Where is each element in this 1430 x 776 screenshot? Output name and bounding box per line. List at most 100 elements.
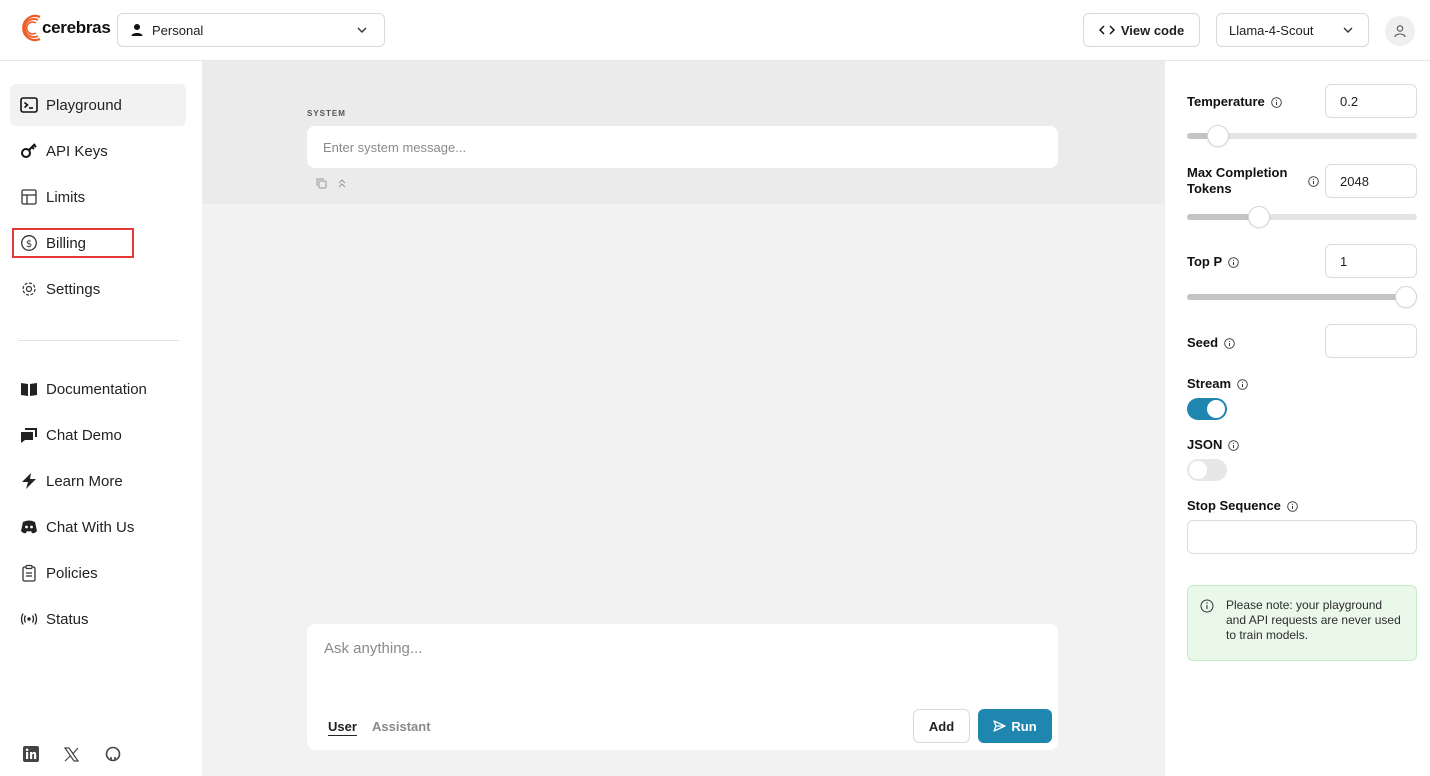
max-tokens-label-line2: Tokens <box>1187 181 1232 196</box>
max-tokens-input[interactable]: 2048 <box>1325 164 1417 198</box>
role-assistant-tab[interactable]: Assistant <box>372 719 431 734</box>
json-label: JSON <box>1187 437 1240 453</box>
run-button[interactable]: Run <box>978 709 1052 743</box>
seed-input[interactable] <box>1325 324 1417 358</box>
broadcast-icon <box>20 610 38 628</box>
sidebar-item-api-keys[interactable]: API Keys <box>10 130 186 172</box>
slider-fill <box>1187 294 1406 300</box>
add-message-button[interactable]: Add <box>913 709 970 743</box>
collapse-icon[interactable] <box>337 178 347 189</box>
chat-bubbles-icon <box>20 426 38 444</box>
clipboard-icon <box>20 564 38 582</box>
info-icon[interactable] <box>1224 337 1235 349</box>
book-icon <box>20 380 38 398</box>
training-notice-text: Please note: your playground and API req… <box>1226 598 1401 642</box>
key-icon <box>20 142 38 160</box>
temperature-label: Temperature <box>1187 94 1282 110</box>
temperature-slider[interactable] <box>1187 125 1417 147</box>
toggle-knob <box>1189 461 1207 479</box>
sidebar-item-label: Status <box>46 610 89 628</box>
info-icon[interactable] <box>1287 500 1298 512</box>
sidebar-item-limits[interactable]: Limits <box>10 176 186 218</box>
sidebar-item-label: Policies <box>46 564 98 582</box>
system-message-input[interactable]: Enter system message... <box>307 126 1058 168</box>
stream-toggle[interactable] <box>1187 398 1227 420</box>
view-code-button[interactable]: View code <box>1083 13 1200 47</box>
sidebar-item-status[interactable]: Status <box>10 598 186 640</box>
sidebar-item-chat-with-us[interactable]: Chat With Us <box>10 506 186 548</box>
cerebras-logo[interactable]: cerebras <box>18 13 111 43</box>
stop-sequence-label: Stop Sequence <box>1187 498 1298 514</box>
top-p-label: Top P <box>1187 254 1239 270</box>
system-section: SYSTEM Enter system message... <box>202 61 1164 204</box>
terminal-icon <box>20 96 38 114</box>
sidebar-divider <box>18 340 179 341</box>
sidebar-item-label: Limits <box>46 188 86 206</box>
chat-area: SYSTEM Enter system message... Ask anyth… <box>202 61 1164 776</box>
github-icon[interactable] <box>104 745 122 763</box>
top-p-slider[interactable] <box>1187 286 1417 308</box>
system-message-placeholder: Enter system message... <box>323 139 467 155</box>
message-composer[interactable]: Ask anything... User Assistant Add Run <box>307 624 1058 750</box>
sidebar-item-settings[interactable]: Settings <box>10 268 186 310</box>
seed-label-text: Seed <box>1187 335 1219 350</box>
temperature-label-text: Temperature <box>1187 94 1265 109</box>
info-icon[interactable] <box>1308 176 1319 187</box>
top-p-input[interactable]: 1 <box>1325 244 1417 278</box>
gear-icon <box>20 280 38 298</box>
sidebar: Playground API Keys Limits $ Billing Set… <box>0 61 202 776</box>
sidebar-item-policies[interactable]: Policies <box>10 552 186 594</box>
sidebar-item-label: Settings <box>46 280 101 298</box>
send-icon <box>993 720 1007 732</box>
sidebar-item-chat-demo[interactable]: Chat Demo <box>10 414 186 456</box>
linkedin-icon[interactable] <box>22 745 40 763</box>
bolt-icon <box>20 472 38 490</box>
info-icon[interactable] <box>1271 96 1282 108</box>
slider-thumb[interactable] <box>1207 125 1229 147</box>
sidebar-item-label: Learn More <box>46 472 123 490</box>
model-select[interactable]: Llama-4-Scout <box>1216 13 1369 47</box>
user-avatar[interactable] <box>1385 16 1415 46</box>
sidebar-item-label: API Keys <box>46 142 108 160</box>
slider-thumb[interactable] <box>1395 286 1417 308</box>
org-select[interactable]: Personal <box>117 13 385 47</box>
logo-text: cerebras <box>42 18 111 37</box>
sidebar-item-label: Chat With Us <box>46 518 135 536</box>
stop-sequence-input[interactable] <box>1187 520 1417 554</box>
user-icon <box>1394 25 1406 38</box>
temperature-input[interactable]: 0.2 <box>1325 84 1417 118</box>
chevron-down-icon <box>357 27 367 33</box>
info-icon[interactable] <box>1228 256 1239 268</box>
info-icon[interactable] <box>1237 378 1248 390</box>
model-select-value: Llama-4-Scout <box>1229 22 1314 38</box>
sidebar-item-playground[interactable]: Playground <box>10 84 186 126</box>
max-tokens-slider[interactable] <box>1187 206 1417 228</box>
info-icon[interactable] <box>1228 439 1240 451</box>
chevron-down-icon <box>1343 27 1353 33</box>
discord-icon <box>20 518 38 536</box>
sidebar-item-learn-more[interactable]: Learn More <box>10 460 186 502</box>
sidebar-item-documentation[interactable]: Documentation <box>10 368 186 410</box>
stop-sequence-label-text: Stop Sequence <box>1187 498 1281 513</box>
cerebras-logo-icon <box>22 14 41 42</box>
max-tokens-label: Max Completion Tokens <box>1187 165 1287 197</box>
info-icon <box>1200 599 1214 613</box>
settings-panel: Temperature 0.2 Max Completion Tokens 20… <box>1164 61 1430 776</box>
training-notice: Please note: your playground and API req… <box>1187 585 1417 661</box>
stream-label: Stream <box>1187 376 1248 392</box>
person-icon <box>131 24 143 36</box>
view-code-label: View code <box>1120 22 1185 38</box>
sidebar-item-label: Chat Demo <box>46 426 122 444</box>
toggle-knob <box>1207 400 1225 418</box>
copy-icon[interactable] <box>316 178 327 189</box>
json-toggle[interactable] <box>1187 459 1227 481</box>
system-label: SYSTEM <box>307 109 346 118</box>
top-bar: cerebras Personal View code Llama-4-Scou… <box>0 0 1430 61</box>
max-tokens-label-line1: Max Completion <box>1187 165 1288 180</box>
slider-thumb[interactable] <box>1248 206 1271 228</box>
run-label: Run <box>1011 718 1037 734</box>
role-user-tab[interactable]: User <box>328 719 357 734</box>
seed-label: Seed <box>1187 335 1235 351</box>
code-icon <box>1098 25 1115 35</box>
x-icon[interactable] <box>62 745 80 763</box>
